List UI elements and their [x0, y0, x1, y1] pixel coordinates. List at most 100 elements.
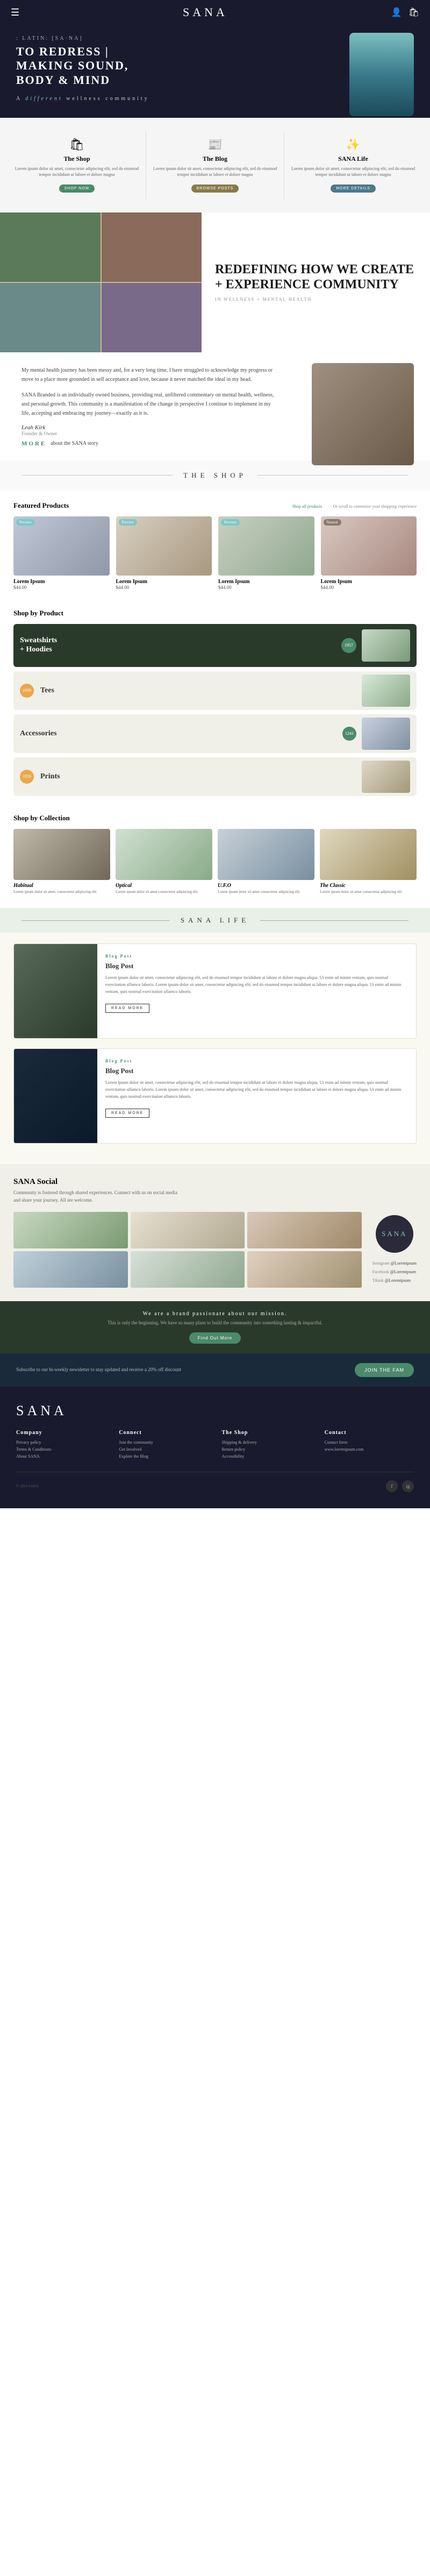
- footer-contact-form[interactable]: Contact form: [325, 1440, 414, 1445]
- product-2-name: Lorem Ipsum: [116, 579, 212, 585]
- blog-1-read-more[interactable]: READ MORE: [105, 1004, 149, 1013]
- life-card-title: SANA Life: [291, 155, 415, 163]
- product-4-price: $44.00: [321, 585, 417, 590]
- nav-icons: 👤 🛍: [391, 7, 419, 18]
- shop-section-title: THE SHOP: [173, 471, 257, 480]
- footer-privacy[interactable]: Privacy policy: [16, 1440, 105, 1445]
- shop-icon: 🛍: [15, 138, 139, 152]
- footer-company-title: Company: [16, 1430, 105, 1436]
- cat-acc-label: Accessories: [20, 729, 342, 738]
- footer-website[interactable]: www.loremipsum.com: [325, 1447, 414, 1452]
- cards-section: 🛍 The Shop Lorem ipsum dolor sit amet, c…: [0, 118, 430, 212]
- social-photo-1: [13, 1212, 128, 1248]
- footer-col-company: Company Privacy policy Terms & Condition…: [16, 1430, 105, 1461]
- footer-explore-blog[interactable]: Explore the Blog: [119, 1454, 208, 1459]
- blog-post-2: Blog Post Blog Post Lorem ipsum dolor si…: [13, 1048, 417, 1144]
- product-4[interactable]: Natural Lorem Ipsum $44.00: [321, 516, 417, 590]
- bag-icon[interactable]: 🛍: [408, 7, 419, 18]
- cat-sweat-label: Sweatshirts+ Hoodies: [20, 636, 341, 655]
- shop-by-product-section: Shop by Product Sweatshirts+ Hoodies 195…: [0, 601, 430, 808]
- shop-card: 🛍 The Shop Lorem ipsum dolor sit amet, c…: [8, 131, 146, 198]
- footer-shipping[interactable]: Shipping & delivery: [222, 1440, 311, 1445]
- social-title: SANA Social: [13, 1177, 417, 1187]
- story-side-image: [312, 363, 414, 465]
- hamburger-icon[interactable]: ☰: [11, 7, 19, 18]
- products-row: Preview Lorem Ipsum $44.00 Preview Lorem…: [13, 516, 417, 590]
- cat-sweat-count: 1957: [341, 638, 356, 653]
- join-fam-button[interactable]: JOIN THE FAM: [355, 1363, 414, 1377]
- tt-handle[interactable]: @Loremipsum: [385, 1278, 411, 1283]
- cat-prints-count: 1959: [20, 770, 34, 784]
- collection-habitual[interactable]: Habitual Lorem ipsum dolor sit amet, con…: [13, 829, 110, 895]
- collection-ufo[interactable]: U.F.O Lorem ipsum dolor sit amet consect…: [218, 829, 314, 895]
- story-more-link[interactable]: MORE: [22, 441, 46, 447]
- ig-handle[interactable]: @Loremipsum: [391, 1261, 417, 1266]
- story-section: REDEFINING HOW WE CREATE + EXPERIENCE CO…: [0, 212, 430, 352]
- social-photo-6: [247, 1251, 362, 1288]
- life-card: ✨ SANA Life Lorem ipsum dolor sit amet, …: [284, 131, 422, 198]
- footer-involved[interactable]: Get Involved: [119, 1447, 208, 1452]
- mission-text: We are a brand passionate about our miss…: [16, 1311, 414, 1317]
- newsletter-section: Subscribe to our bi-weekly newsletter to…: [0, 1353, 430, 1387]
- blog-2-read-more[interactable]: READ MORE: [105, 1109, 149, 1118]
- blog-1-image: [14, 944, 97, 1038]
- story-para-2: SANA Branded is an individually owned bu…: [22, 391, 280, 418]
- footer-connect-title: Connect: [119, 1430, 208, 1436]
- find-out-more-button[interactable]: Find Out More: [189, 1332, 241, 1344]
- all-products-link[interactable]: Shop all products: [292, 504, 322, 509]
- cat-tees-count: 1959: [20, 684, 34, 698]
- social-photos-grid: [13, 1212, 362, 1288]
- product-3-price: $44.00: [218, 585, 314, 590]
- footer-returns[interactable]: Return policy: [222, 1447, 311, 1452]
- footer-join[interactable]: Join the community: [119, 1440, 208, 1445]
- coll-3-desc: Lorem ipsum dolor sit amet consectetur a…: [218, 890, 314, 895]
- collection-classic[interactable]: The Classic Lorem ipsum dolor sit amet c…: [320, 829, 417, 895]
- life-card-text: Lorem ipsum dolor sit amet, consectetur …: [291, 166, 415, 178]
- footer-instagram-icon[interactable]: ig: [402, 1480, 414, 1492]
- coll-1-name: Habitual: [13, 883, 110, 889]
- browse-posts-button[interactable]: BROWSE POSTS: [191, 184, 239, 193]
- product-1-price: $44.00: [13, 585, 110, 590]
- footer-accessibility[interactable]: Accessibility: [222, 1454, 311, 1459]
- blog-1-text: Lorem ipsum dolor sit amet, consectetur …: [105, 975, 408, 995]
- blog-2-image: [14, 1049, 97, 1143]
- blog-2-text: Lorem ipsum dolor sit amet, consectetur …: [105, 1080, 408, 1100]
- category-accessories[interactable]: Accessories 1241: [13, 714, 417, 753]
- badge-4: Natural: [324, 519, 341, 526]
- footer-terms[interactable]: Terms & Conditions: [16, 1447, 105, 1452]
- hero-section: : LATIN: [SA·NA] TO REDRESS | MAKING SOU…: [0, 25, 430, 118]
- footer-logo: SANA: [16, 1403, 414, 1419]
- sana-life-title: SANA LIFE: [170, 916, 260, 925]
- cat-prints-img: [362, 761, 410, 793]
- social-logo-text: SANA: [382, 1230, 407, 1238]
- fb-handle[interactable]: @Loremipsum: [390, 1269, 416, 1274]
- shop-now-button[interactable]: SHOP NOW: [59, 184, 95, 193]
- product-3[interactable]: Preview Lorem Ipsum $44.00: [218, 516, 314, 590]
- social-section: SANA Social Community is fostered throug…: [0, 1164, 430, 1301]
- footer-facebook-icon[interactable]: f: [386, 1480, 398, 1492]
- mission-banner: We are a brand passionate about our miss…: [0, 1301, 430, 1353]
- footer-social-icons: f ig: [386, 1480, 414, 1492]
- shop-card-text: Lorem ipsum dolor sit amet, consectetur …: [15, 166, 139, 178]
- cat-prints-label: Prints: [40, 772, 362, 781]
- category-sweatshirts[interactable]: Sweatshirts+ Hoodies 1957: [13, 624, 417, 667]
- nav-logo: SANA: [183, 5, 228, 19]
- product-1[interactable]: Preview Lorem Ipsum $44.00: [13, 516, 110, 590]
- footer-about[interactable]: About SANA: [16, 1454, 105, 1459]
- hero-image: [349, 33, 414, 116]
- footer-contact-title: Contact: [325, 1430, 414, 1436]
- product-2[interactable]: Preview Lorem Ipsum $44.00: [116, 516, 212, 590]
- story-heading: REDEFINING HOW WE CREATE + EXPERIENCE CO…: [215, 262, 417, 292]
- collections-row: Habitual Lorem ipsum dolor sit amet, con…: [13, 829, 417, 895]
- blog-icon: 📰: [153, 138, 277, 152]
- coll-2-desc: Lorem ipsum dolor sit amet consectetur a…: [116, 890, 212, 895]
- category-prints[interactable]: 1959 Prints: [13, 757, 417, 796]
- product-4-name: Lorem Ipsum: [321, 579, 417, 585]
- category-tees[interactable]: 1959 Tees: [13, 671, 417, 710]
- story-para-1: My mental health journey has been messy …: [22, 366, 280, 384]
- life-icon: ✨: [291, 138, 415, 152]
- collection-optical[interactable]: Optical Lorem ipsum dolor sit amet conse…: [116, 829, 212, 895]
- featured-products-section: Featured Products Shop all products Or s…: [0, 491, 430, 601]
- user-icon[interactable]: 👤: [391, 7, 402, 18]
- more-details-button[interactable]: MORE DETAILS: [331, 184, 376, 193]
